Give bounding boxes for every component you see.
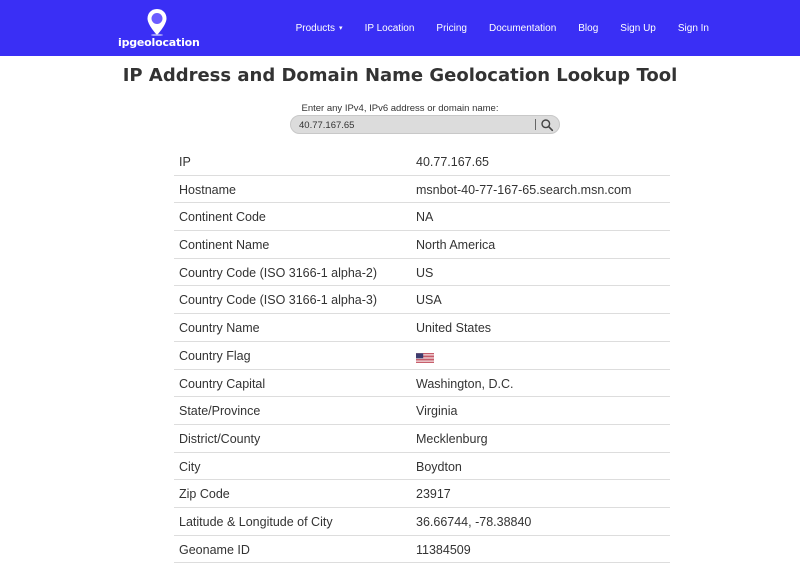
brand-name: ipgeolocation	[118, 36, 200, 49]
row-value: USA	[416, 293, 442, 308]
nav-sign-in[interactable]: Sign In	[667, 23, 720, 34]
page-title: IP Address and Domain Name Geolocation L…	[122, 65, 678, 86]
search-input[interactable]	[299, 118, 529, 132]
nav-blog[interactable]: Blog	[567, 23, 609, 34]
row-value: Washington, D.C.	[416, 376, 514, 391]
row-value: Mecklenburg	[416, 431, 488, 446]
row-label: Country Name	[179, 321, 260, 336]
row-label: IP	[179, 155, 191, 169]
table-row: Country Code (ISO 3166-1 alpha-3) USA	[174, 286, 670, 315]
row-label: Continent Name	[179, 238, 270, 253]
row-label: Country Code (ISO 3166-1 alpha-3)	[179, 293, 378, 308]
row-label: Country Capital	[179, 376, 266, 391]
row-label: Zip Code	[179, 487, 230, 502]
brand-logo[interactable]: ipgeolocation	[118, 6, 200, 50]
row-value: 40.77.167.65	[416, 155, 489, 169]
geolocation-table: IP 40.77.167.65 Hostname msnbot-40-77-167-…	[174, 148, 670, 564]
row-value: 36.66744, -78.38840	[416, 514, 532, 529]
chevron-down-icon: ▾	[339, 25, 343, 32]
nav-ip-location[interactable]: IP Location	[354, 23, 426, 34]
table-row: Continent Code NA	[174, 203, 670, 232]
row-label: District/County	[179, 431, 261, 446]
table-row: Country Name United States	[174, 314, 670, 342]
table-row: District/County Mecklenburg	[174, 425, 670, 453]
nav-sign-up[interactable]: Sign Up	[609, 23, 667, 34]
table-row: State/Province Virginia	[174, 397, 670, 425]
row-value: Virginia	[416, 404, 458, 419]
row-label: Geoname ID	[179, 542, 250, 557]
row-value: 23917	[416, 487, 451, 502]
location-pin-icon	[147, 9, 167, 36]
row-label: Country Code (ISO 3166-1 alpha-2)	[179, 265, 378, 280]
row-label: Hostname	[179, 182, 236, 197]
row-value: United States	[416, 321, 492, 336]
row-value: NA	[416, 210, 434, 225]
row-value: US	[416, 265, 434, 280]
row-label: City	[179, 459, 201, 474]
row-value: Boydton	[416, 459, 462, 474]
nav-products-label: Products	[295, 22, 336, 34]
row-value: msnbot-40-77-167-65.search.msn.com	[416, 182, 632, 197]
table-row: Country Code (ISO 3166-1 alpha-2) US	[174, 259, 670, 287]
table-row: Geoname ID 11384509	[174, 536, 670, 564]
us-flag-icon	[416, 353, 434, 363]
row-value: North America	[416, 238, 496, 253]
table-row: IP 40.77.167.65	[174, 148, 670, 176]
nav-pricing[interactable]: Pricing	[425, 23, 478, 34]
row-label: Latitude & Longitude of City	[179, 514, 333, 529]
table-row: Country Flag	[174, 342, 670, 370]
navbar: ipgeolocation Products ▾ IP Location Pri…	[0, 0, 800, 56]
table-row: Country Capital Washington, D.C.	[174, 370, 670, 398]
table-row: Latitude & Longitude of City 36.66744, -7…	[174, 508, 670, 536]
main-nav: Products ▾ IP Location Pricing Documenta…	[285, 0, 720, 56]
row-value: 11384509	[416, 542, 471, 557]
table-row: Hostname msnbot-40-77-167-65.search.msn.c…	[174, 176, 670, 204]
table-row: Zip Code 23917	[174, 480, 670, 508]
row-label: Continent Code	[179, 210, 266, 225]
search-prompt: Enter any IPv4, IPv6 address or domain n…	[301, 103, 499, 114]
search-icon[interactable]	[540, 118, 554, 132]
row-label: Country Flag	[179, 348, 251, 363]
nav-products[interactable]: Products ▾	[285, 23, 354, 34]
search-divider	[535, 119, 536, 130]
table-row: City Boydton	[174, 453, 670, 481]
nav-documentation[interactable]: Documentation	[478, 23, 567, 34]
table-row: Continent Name North America	[174, 231, 670, 259]
search-box	[290, 115, 560, 134]
row-label: State/Province	[179, 404, 261, 419]
